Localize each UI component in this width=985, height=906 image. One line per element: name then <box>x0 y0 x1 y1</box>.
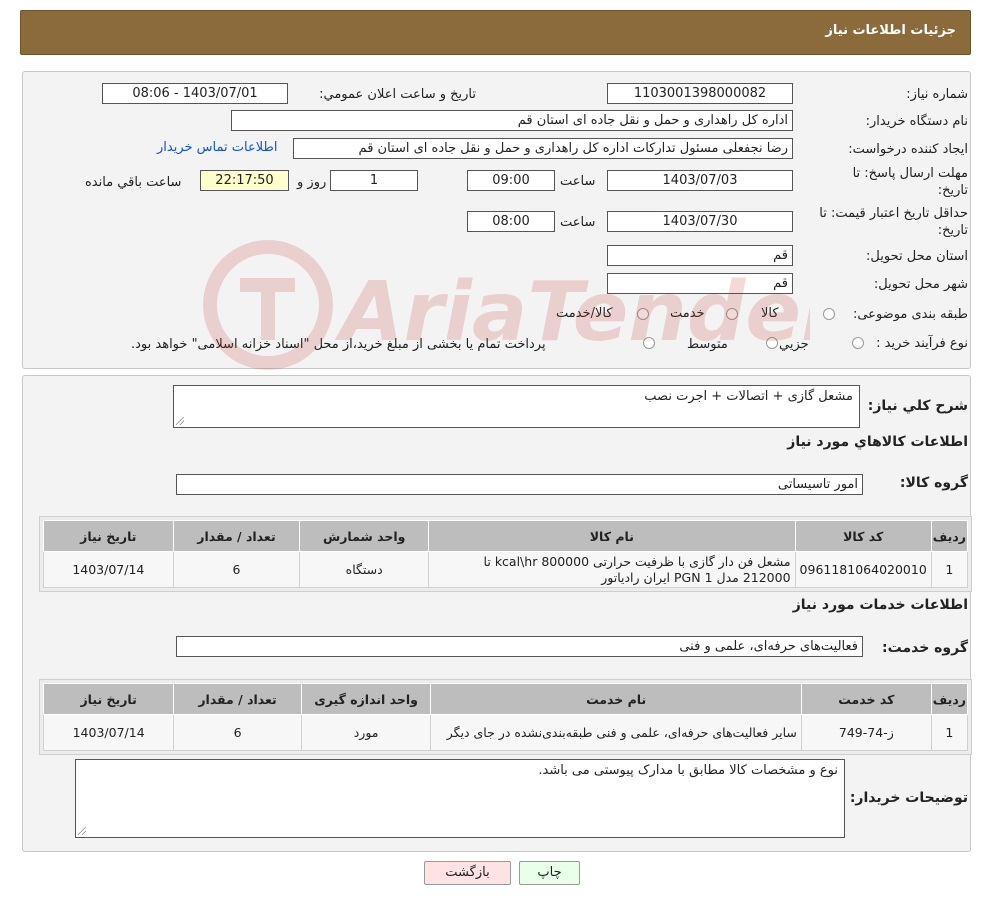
treasury-note: پرداخت تمام يا بخشی از مبلغ خريد،از محل … <box>131 337 546 352</box>
services-section-title: اطلاعات خدمات مورد نياز <box>792 597 968 613</box>
need-number-field: 1103001398000082 <box>607 83 793 104</box>
category-label: طبقه بندی موضوعی: <box>852 307 968 322</box>
cell-quantity: 6 <box>172 551 301 588</box>
buyer-org-field: اداره کل راهداری و حمل و نقل جاده ای است… <box>231 110 793 131</box>
buyer-org-label: نام دستگاه خريدار: <box>865 114 968 129</box>
goods-table: رديف کد کالا نام کالا واحد شمارش تعداد /… <box>43 520 969 588</box>
col-measure-unit: واحد اندازه گيری <box>300 683 432 715</box>
description-label: شرح کلي نياز: <box>867 398 968 414</box>
print-button[interactable]: چاپ <box>519 861 580 885</box>
validity-date-field: 1403/07/30 <box>607 211 793 232</box>
service-group-field: فعالیت‌های حرفه‌ای، علمی و فنی <box>176 636 863 657</box>
process-option-minor: جزيي <box>779 337 809 352</box>
col-service-code: کد خدمت <box>800 683 932 715</box>
cell-measure-unit: مورد <box>300 714 432 751</box>
category-radio-goods-service[interactable] <box>637 308 649 320</box>
col-quantity: تعداد / مقدار <box>173 683 302 715</box>
buyer-notes-label: توضيحات خريدار: <box>849 790 968 806</box>
announce-label: تاریخ و ساعت اعلان عمومي: <box>319 87 476 102</box>
col-row: رديف <box>930 520 969 552</box>
resize-grip-icon[interactable] <box>78 827 86 835</box>
process-label: نوع فرآيند خريد : <box>876 336 968 351</box>
buyer-contact-link[interactable]: اطلاعات تماس خريدار <box>157 140 277 155</box>
buyer-notes-text: نوع و مشخصات کالا مطابق با مدارک پیوستی … <box>538 763 838 778</box>
cell-service-name: سایر فعالیت‌های حرفه‌ای، علمی و فنی طبقه… <box>430 714 802 751</box>
process-option-medium: متوسط <box>687 337 728 352</box>
col-goods-code: کد کالا <box>794 520 932 552</box>
cell-goods-name: مشعل فن دار گازی با ظرفیت حرارتی 800000 … <box>428 551 796 588</box>
page-title: جزئیات اطلاعات نیاز <box>825 23 956 38</box>
goods-group-label: گروه کالا: <box>899 475 968 491</box>
province-label: استان محل تحويل: <box>866 249 968 264</box>
col-unit: واحد شمارش <box>299 520 430 552</box>
services-table-header: رديف کد خدمت نام خدمت واحد اندازه گيری ت… <box>42 683 969 715</box>
page-header: جزئیات اطلاعات نیاز <box>20 10 971 55</box>
col-goods-name: نام کالا <box>428 520 796 552</box>
announce-field: 1403/07/01 - 08:06 <box>102 83 288 104</box>
category-option-goods-service: کالا/خدمت <box>556 306 613 321</box>
goods-table-header: رديف کد کالا نام کالا واحد شمارش تعداد /… <box>43 520 969 552</box>
goods-table-container: رديف کد کالا نام کالا واحد شمارش تعداد /… <box>39 516 972 592</box>
validity-time-label: ساعت <box>560 215 596 230</box>
deadline-label: مهلت ارسال پاسخ: تا <box>852 166 968 181</box>
description-text: مشعل گازی + اتصالات + اجرت نصب <box>644 389 853 404</box>
province-field: قم <box>607 245 793 266</box>
validity-label-date: تاريخ: <box>937 223 968 238</box>
table-row: 1 ز-74-749 سایر فعالیت‌های حرفه‌ای، علمی… <box>42 714 969 751</box>
service-group-label: گروه خدمت: <box>882 640 968 656</box>
cell-unit: دستگاه <box>299 551 430 588</box>
need-number-label: شماره نیاز: <box>906 87 968 102</box>
process-radio-minor[interactable] <box>852 337 864 349</box>
city-field: قم <box>607 273 793 294</box>
buyer-notes-field: نوع و مشخصات کالا مطابق با مدارک پیوستی … <box>75 759 845 838</box>
cell-row: 1 <box>930 714 969 751</box>
category-radio-goods[interactable] <box>823 308 835 320</box>
cell-row: 1 <box>930 551 969 588</box>
col-service-name: نام خدمت <box>430 683 802 715</box>
category-radio-service[interactable] <box>726 308 738 320</box>
cell-need-date: 1403/07/14 <box>43 551 174 588</box>
cell-goods-code: 0961181064020010 <box>794 551 932 588</box>
creator-label: ايجاد کننده درخواست: <box>848 142 968 157</box>
creator-field: رضا نجفعلی مسئول تدارکات اداره کل راهدار… <box>293 138 793 159</box>
services-table: رديف کد خدمت نام خدمت واحد اندازه گيری ت… <box>42 683 969 751</box>
days-label: روز و <box>297 175 327 190</box>
services-table-container: رديف کد خدمت نام خدمت واحد اندازه گيری ت… <box>39 679 972 755</box>
deadline-time-label: ساعت <box>560 174 596 189</box>
description-field: مشعل گازی + اتصالات + اجرت نصب <box>173 385 860 428</box>
col-row: رديف <box>930 683 969 715</box>
back-button[interactable]: بازگشت <box>424 861 511 885</box>
time-remaining-field: 22:17:50 <box>200 170 289 191</box>
days-remaining-field: 1 <box>330 170 418 191</box>
table-row: 1 0961181064020010 مشعل فن دار گازی با ظ… <box>43 551 969 588</box>
col-need-date: تاريخ نياز <box>43 520 174 552</box>
resize-grip-icon[interactable] <box>176 417 184 425</box>
goods-section-title: اطلاعات کالاهاي مورد نياز <box>787 434 968 450</box>
city-label: شهر محل تحويل: <box>873 277 968 292</box>
col-need-date: تاريخ نياز <box>42 683 175 715</box>
deadline-time-field: 09:00 <box>467 170 555 191</box>
deadline-date-field: 1403/07/03 <box>607 170 793 191</box>
deadline-label-date: تاریخ: <box>937 183 968 198</box>
validity-label: حداقل تاريخ اعتبار قيمت: تا <box>819 206 968 221</box>
category-option-service: خدمت <box>670 306 705 321</box>
cell-quantity: 6 <box>173 714 302 751</box>
cell-service-code: ز-74-749 <box>800 714 932 751</box>
treasury-note-radio[interactable] <box>643 337 655 349</box>
col-quantity: تعداد / مقدار <box>172 520 301 552</box>
time-remaining-label: ساعت باقي مانده <box>85 175 182 190</box>
process-radio-medium[interactable] <box>766 337 778 349</box>
cell-need-date: 1403/07/14 <box>42 714 175 751</box>
goods-group-field: امور تاسیساتی <box>176 474 863 495</box>
validity-time-field: 08:00 <box>467 211 555 232</box>
category-option-goods: کالا <box>761 306 779 321</box>
